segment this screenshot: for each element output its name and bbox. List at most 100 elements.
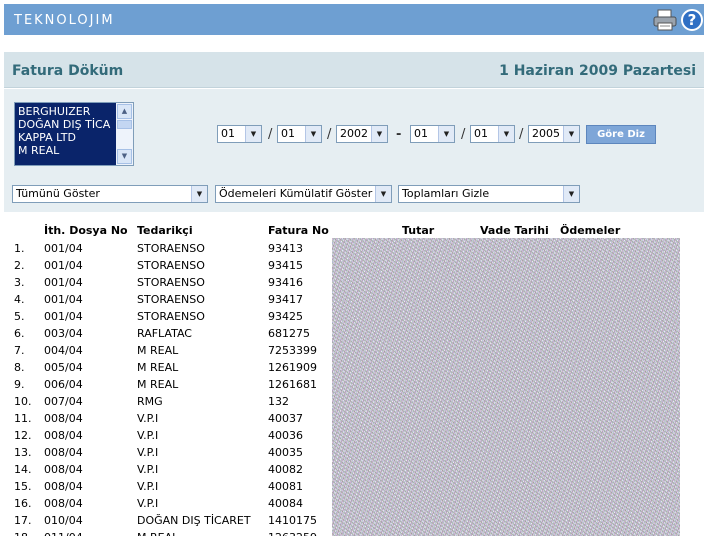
file-no-cell: 005/04 (44, 361, 83, 374)
file-no-cell: 001/04 (44, 310, 83, 323)
invoice-no-cell: 1261909 (268, 361, 317, 374)
totals-filter-select[interactable]: Toplamları Gizle ▼ (398, 185, 580, 203)
chevron-down-icon: ▼ (438, 126, 454, 142)
col-due-date: Vade Tarihi (480, 224, 549, 237)
file-no-cell: 001/04 (44, 276, 83, 289)
payments-filter-value: Ödemeleri Kümülatif Göster (219, 187, 373, 200)
row-number: 15. (14, 480, 32, 493)
chevron-down-icon: ▼ (375, 186, 391, 202)
supplier-option[interactable]: DOĞAN DIŞ TİCA (18, 118, 117, 131)
sort-button[interactable]: Göre Diz (586, 125, 656, 144)
chevron-down-icon: ▼ (371, 126, 387, 142)
row-number: 3. (14, 276, 25, 289)
invoice-no-cell: 93413 (268, 242, 303, 255)
file-no-cell: 008/04 (44, 480, 83, 493)
supplier-cell: V.P.I (137, 463, 159, 476)
file-no-cell: 008/04 (44, 497, 83, 510)
supplier-cell: M REAL (137, 361, 179, 374)
to-year-select[interactable]: 2005 ▼ (528, 125, 580, 143)
page-date: 1 Haziran 2009 Pazartesi (499, 63, 696, 79)
supplier-cell: STORAENSO (137, 242, 205, 255)
from-year-select[interactable]: 2002 ▼ (336, 125, 388, 143)
invoice-no-cell: 93425 (268, 310, 303, 323)
file-no-cell: 001/04 (44, 259, 83, 272)
top-bar: TEKNOLOJIM ? (4, 4, 704, 35)
row-number: 13. (14, 446, 32, 459)
from-day-select[interactable]: 01 ▼ (217, 125, 262, 143)
scroll-thumb[interactable] (117, 120, 132, 129)
row-number: 1. (14, 242, 25, 255)
row-number: 18. (14, 531, 32, 536)
file-no-cell: 006/04 (44, 378, 83, 391)
scroll-up-icon[interactable]: ▲ (117, 104, 132, 119)
supplier-cell: V.P.I (137, 412, 159, 425)
row-number: 17. (14, 514, 32, 527)
file-no-cell: 003/04 (44, 327, 83, 340)
range-separator: - (396, 127, 402, 142)
supplier-option[interactable]: KAPPA LTD (18, 131, 117, 144)
file-no-cell: 001/04 (44, 242, 83, 255)
row-number: 11. (14, 412, 32, 425)
file-no-cell: 008/04 (44, 463, 83, 476)
show-filter-select[interactable]: Tümünü Göster ▼ (12, 185, 208, 203)
col-supplier: Tedarikçi (137, 224, 193, 237)
scroll-down-icon[interactable]: ▼ (117, 149, 132, 164)
file-no-cell: 008/04 (44, 429, 83, 442)
invoice-no-cell: 40084 (268, 497, 303, 510)
file-no-cell: 011/04 (44, 531, 83, 536)
supplier-cell: V.P.I (137, 497, 159, 510)
invoice-no-cell: 1410175 (268, 514, 317, 527)
date-slash: / (519, 127, 524, 142)
chevron-down-icon: ▼ (305, 126, 321, 142)
logo: TEKNOLOJIM (14, 13, 115, 28)
invoice-table: İth. Dosya No Tedarikçi Fatura No Tutar … (4, 218, 704, 536)
page-title: Fatura Döküm (12, 63, 124, 79)
listbox-scrollbar[interactable]: ▲ ▼ (116, 103, 133, 165)
col-payments: Ödemeler (560, 224, 621, 237)
chevron-down-icon: ▼ (498, 126, 514, 142)
row-number: 16. (14, 497, 32, 510)
col-amount: Tutar (402, 224, 435, 237)
file-no-cell: 008/04 (44, 412, 83, 425)
show-filter-value: Tümünü Göster (16, 187, 100, 200)
invoice-no-cell: 40035 (268, 446, 303, 459)
supplier-cell: V.P.I (137, 446, 159, 459)
from-month-select[interactable]: 01 ▼ (277, 125, 322, 143)
invoice-no-cell: 40081 (268, 480, 303, 493)
invoice-no-cell: 681275 (268, 327, 310, 340)
date-slash: / (327, 127, 332, 142)
invoice-no-cell: 93416 (268, 276, 303, 289)
supplier-option[interactable]: M REAL (18, 144, 117, 157)
row-number: 7. (14, 344, 25, 357)
supplier-cell: M REAL (137, 378, 179, 391)
row-number: 6. (14, 327, 25, 340)
row-number: 14. (14, 463, 32, 476)
chevron-down-icon: ▼ (563, 126, 579, 142)
invoice-no-cell: 40082 (268, 463, 303, 476)
to-year-value: 2005 (532, 127, 560, 140)
from-day-value: 01 (221, 127, 235, 140)
from-month-value: 01 (281, 127, 295, 140)
supplier-option[interactable]: BERGHUIZER (18, 105, 117, 118)
col-invoice-no: Fatura No (268, 224, 329, 237)
row-number: 4. (14, 293, 25, 306)
supplier-listbox[interactable]: BERGHUIZER DOĞAN DIŞ TİCA KAPPA LTD M RE… (14, 102, 134, 166)
invoice-no-cell: 40037 (268, 412, 303, 425)
chevron-down-icon: ▼ (563, 186, 579, 202)
payments-filter-select[interactable]: Ödemeleri Kümülatif Göster ▼ (215, 185, 392, 203)
date-slash: / (268, 127, 273, 142)
supplier-cell: STORAENSO (137, 310, 205, 323)
help-icon[interactable]: ? (681, 9, 703, 31)
to-day-select[interactable]: 01 ▼ (410, 125, 455, 143)
to-month-select[interactable]: 01 ▼ (470, 125, 515, 143)
row-number: 5. (14, 310, 25, 323)
row-number: 2. (14, 259, 25, 272)
printer-icon[interactable] (652, 9, 678, 31)
invoice-no-cell: 93415 (268, 259, 303, 272)
supplier-cell: M REAL (137, 344, 179, 357)
supplier-cell: STORAENSO (137, 259, 205, 272)
from-year-value: 2002 (340, 127, 368, 140)
supplier-cell: V.P.I (137, 429, 159, 442)
invoice-no-cell: 7253399 (268, 344, 317, 357)
row-number: 12. (14, 429, 32, 442)
